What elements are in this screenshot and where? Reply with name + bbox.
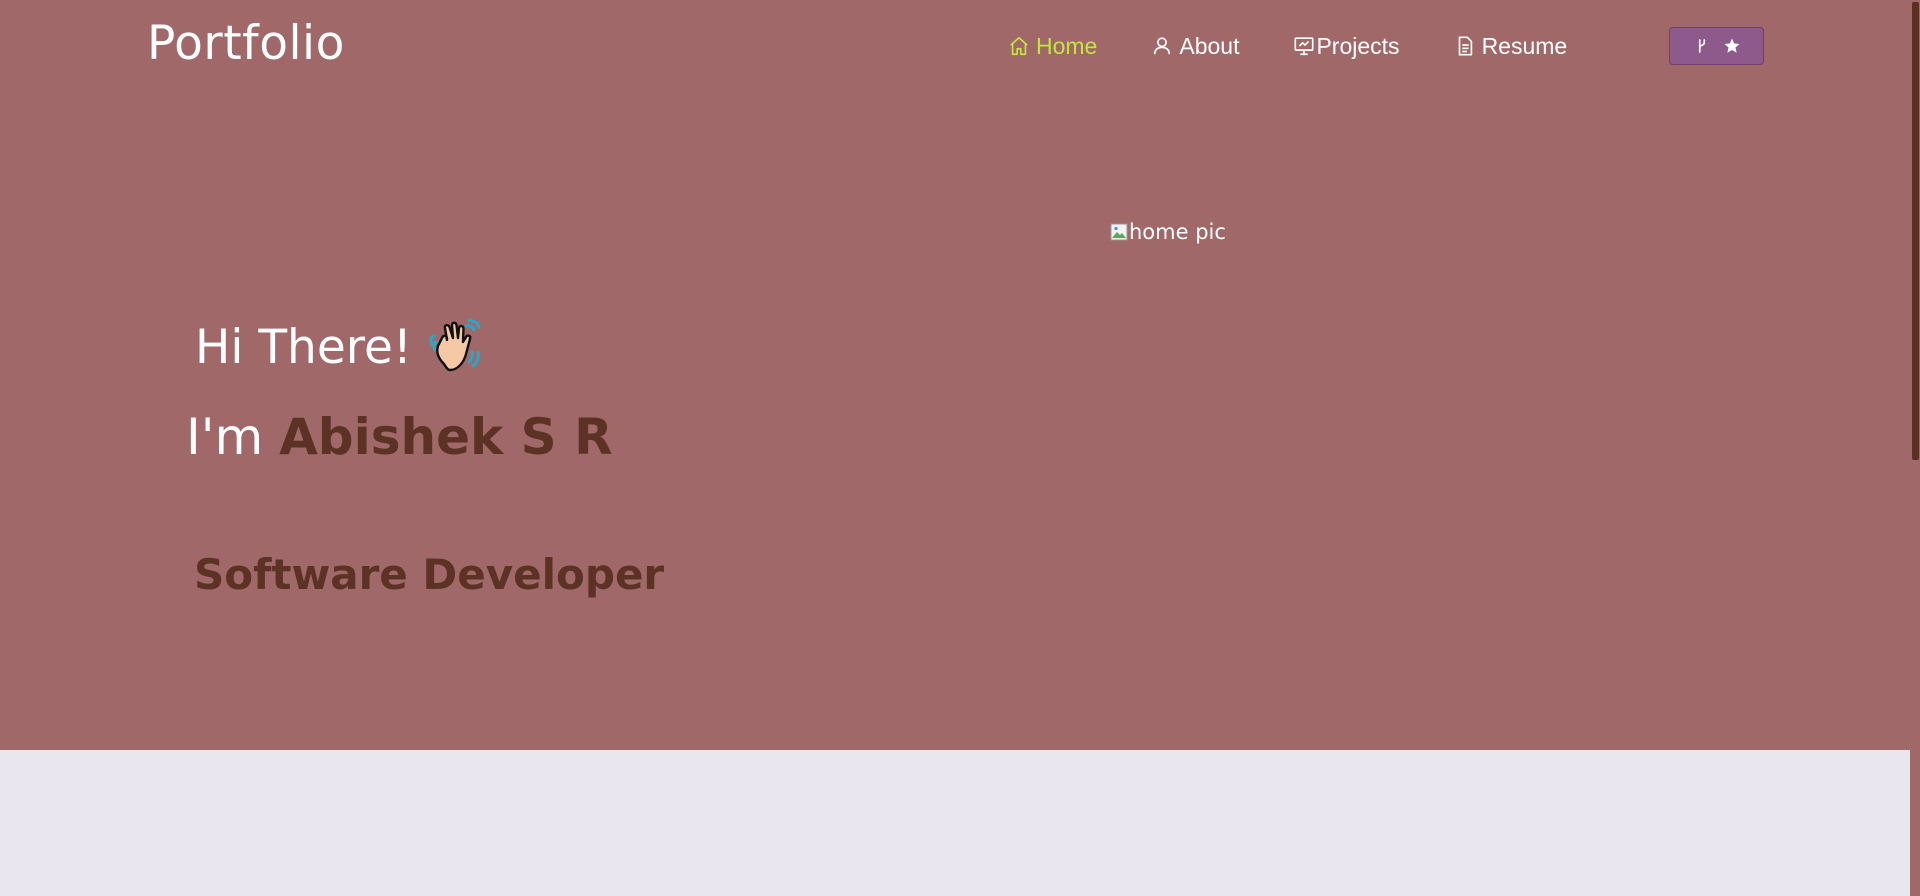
role-text: Software Developer [194,550,665,599]
intro-heading: I'm Abishek S R [186,406,613,468]
nav-projects-label: Projects [1316,32,1400,59]
greeting-text: Hi There! [195,320,412,375]
nav-home[interactable]: Home [1008,33,1097,60]
next-section [0,750,1910,896]
nav-about-label: About [1179,32,1240,59]
scrollbar-thumb[interactable] [1912,2,1919,460]
brand-logo[interactable]: Portfolio [147,14,345,74]
intro-prefix: I'm [186,408,280,466]
home-pic-broken-image: home pic [1110,220,1226,244]
scrollbar[interactable] [1910,0,1920,896]
github-fork-star-button[interactable] [1669,27,1764,65]
developer-name: Abishek S R [279,408,613,466]
git-fork-icon [1698,39,1705,53]
nav-projects[interactable]: Projects [1293,32,1400,60]
home-icon [1010,36,1028,56]
nav-home-label: Home [1036,32,1098,59]
waving-hand-icon [429,319,481,372]
user-icon [1154,37,1171,55]
document-icon [1458,36,1472,56]
greeting-heading: Hi There! [195,318,486,378]
nav-resume[interactable]: Resume [1454,32,1568,60]
nav-about[interactable]: About [1151,33,1239,60]
presentation-icon [1294,37,1315,56]
home-pic-alt-text: home pic [1129,220,1226,244]
main-nav: Home About Projects Resume [1008,26,1621,66]
broken-image-icon [1110,223,1128,241]
nav-resume-label: Resume [1481,32,1568,59]
star-icon [1724,38,1739,53]
